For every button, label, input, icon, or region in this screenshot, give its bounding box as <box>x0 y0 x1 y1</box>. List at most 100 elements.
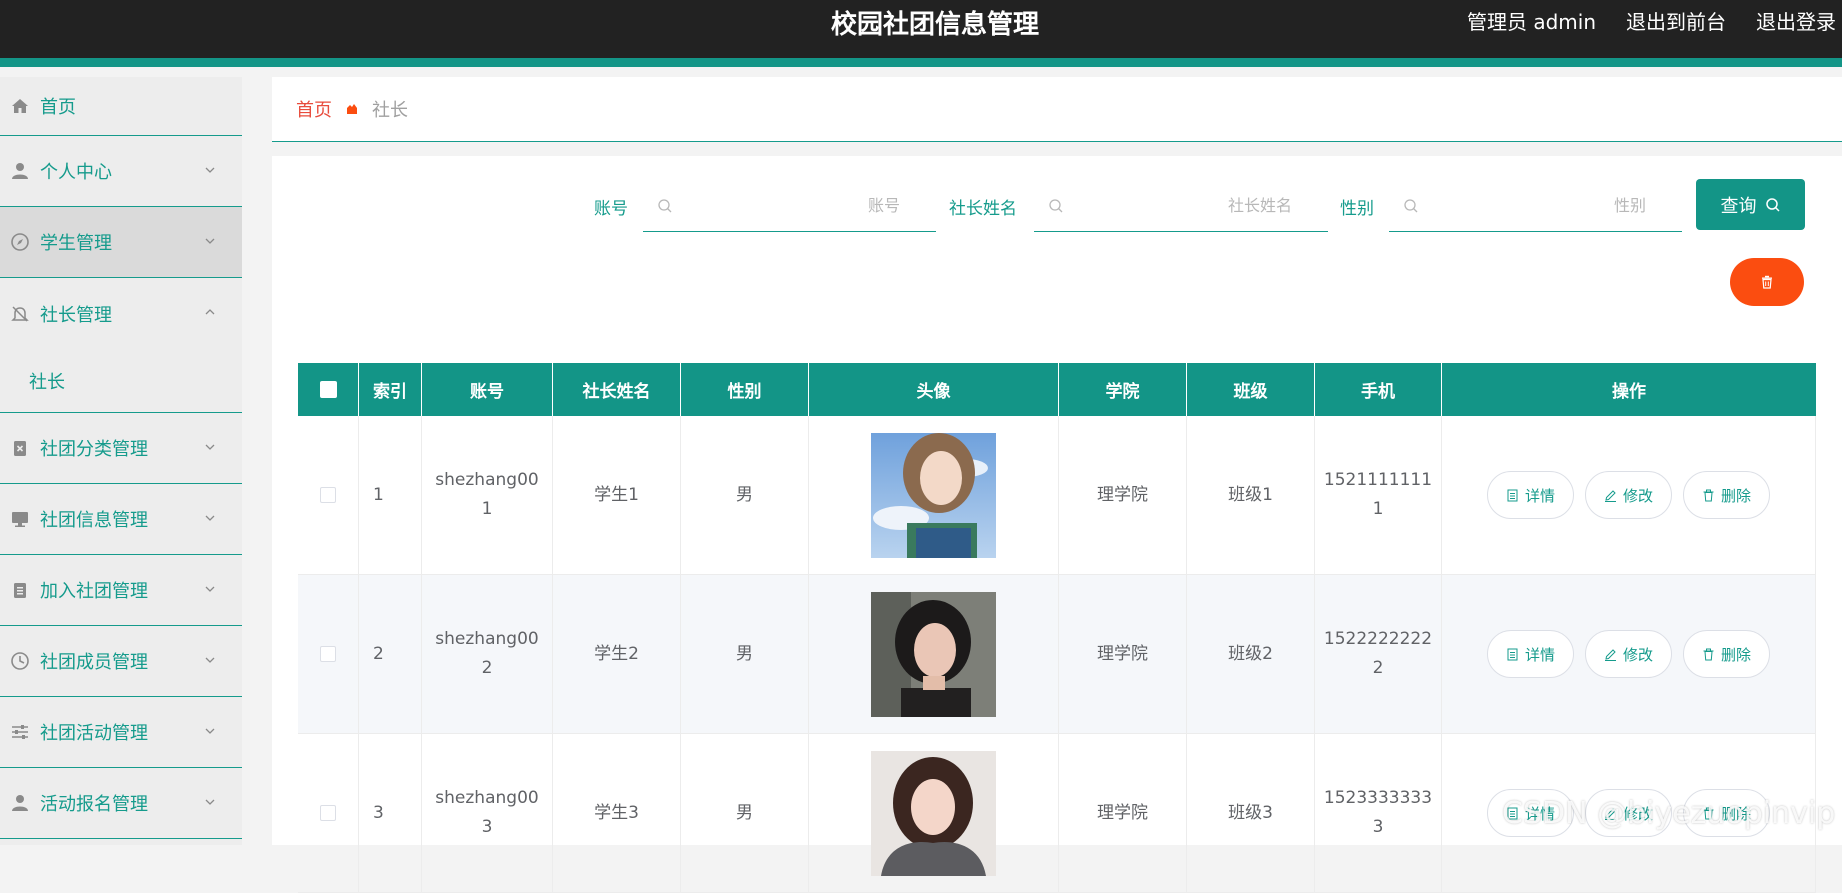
chevron-down-icon <box>205 657 215 663</box>
header-class: 班级 <box>1187 363 1315 416</box>
document-icon <box>1507 648 1518 660</box>
cell-college: 理学院 <box>1059 416 1187 574</box>
row-checkbox[interactable] <box>320 805 336 821</box>
trash-icon <box>1762 275 1772 289</box>
sidebar-item-label: 个人中心 <box>40 162 112 183</box>
clipboard-x-icon <box>10 438 30 458</box>
top-bar-actions: 管理员 admin 退出到前台 退出登录 <box>1467 6 1836 35</box>
header-account: 账号 <box>422 363 553 416</box>
search-form: 账号 社长姓名 性别 查询 <box>272 179 1842 232</box>
cell-avatar <box>809 734 1059 892</box>
avatar[interactable] <box>871 591 996 717</box>
cell-class: 班级2 <box>1187 575 1315 733</box>
search-icon <box>1404 199 1418 213</box>
name-search-field <box>1034 180 1328 232</box>
pencil-icon <box>1604 648 1616 661</box>
header-college: 学院 <box>1059 363 1187 416</box>
row-select-cell <box>298 734 359 892</box>
batch-delete-button[interactable] <box>1730 258 1804 306</box>
sidebar-item-home[interactable]: 首页 <box>0 77 242 136</box>
account-input[interactable] <box>683 188 936 222</box>
sidebar-item-club-activities[interactable]: 社团活动管理 <box>0 697 242 768</box>
fire-icon <box>347 104 357 114</box>
breadcrumb-home[interactable]: 首页 <box>296 96 332 122</box>
cell-account: shezhang003 <box>422 734 553 892</box>
delete-button[interactable]: 删除 <box>1683 630 1771 678</box>
row-actions: 详情 修改 删除 <box>1486 630 1771 678</box>
content-panel: 账号 社长姓名 性别 查询 <box>272 156 1842 893</box>
sidebar-item-label: 社团信息管理 <box>40 510 148 531</box>
sidebar-item-student-management[interactable]: 学生管理 <box>0 207 242 278</box>
select-all-checkbox[interactable] <box>319 381 337 398</box>
row-checkbox[interactable] <box>320 487 336 503</box>
detail-button-label: 详情 <box>1524 645 1555 664</box>
sidebar-item-label: 社团成员管理 <box>40 652 148 673</box>
query-button-label: 查询 <box>1720 195 1757 217</box>
name-input[interactable] <box>1074 188 1328 222</box>
gender-label: 性别 <box>1340 199 1374 219</box>
table-row: 2 shezhang002 学生2 男 理学院 班级2 15222222222 … <box>298 575 1816 734</box>
sidebar-item-president-management[interactable]: 社长管理 <box>0 278 242 349</box>
detail-button[interactable]: 详情 <box>1486 630 1574 678</box>
cell-index: 3 <box>359 734 422 892</box>
edit-button-label: 修改 <box>1622 486 1653 505</box>
header-gender: 性别 <box>681 363 809 416</box>
watermark: CSDN @biyezuopinvip <box>1502 796 1836 831</box>
trash-icon <box>1703 648 1714 660</box>
sidebar-item-club-info[interactable]: 社团信息管理 <box>0 484 242 555</box>
sidebar-item-personal-center[interactable]: 个人中心 <box>0 136 242 207</box>
header-name: 社长姓名 <box>553 363 681 416</box>
delete-button[interactable]: 删除 <box>1683 471 1771 519</box>
header-phone: 手机 <box>1315 363 1442 416</box>
sidebar-item-label: 社团活动管理 <box>40 723 148 744</box>
row-actions: 详情 修改 删除 <box>1486 471 1771 519</box>
edit-button[interactable]: 修改 <box>1584 630 1672 678</box>
chevron-down-icon <box>205 586 215 592</box>
header-avatar: 头像 <box>809 363 1059 416</box>
sidebar-item-label: 加入社团管理 <box>40 581 148 602</box>
cell-class: 班级3 <box>1187 734 1315 892</box>
cell-phone: 15211111111 <box>1315 416 1442 574</box>
logout-link[interactable]: 退出登录 <box>1756 6 1836 35</box>
row-checkbox[interactable] <box>320 646 336 662</box>
chevron-down-icon <box>205 444 215 450</box>
chevron-up-icon <box>205 309 215 315</box>
pencil-icon <box>1604 489 1616 502</box>
sidebar-item-label: 活动报名管理 <box>40 794 148 815</box>
edit-button-label: 修改 <box>1622 645 1653 664</box>
main-content: 首页 社长 账号 社长姓名 性别 查询 <box>272 77 1842 893</box>
header-select-all <box>298 363 359 416</box>
avatar[interactable] <box>871 432 996 558</box>
document-icon <box>1507 489 1518 501</box>
cell-actions: 详情 修改 删除 <box>1442 575 1816 733</box>
chevron-down-icon <box>205 799 215 805</box>
sidebar-item-label: 学生管理 <box>40 233 112 254</box>
sidebar-group-president: 社长管理 社长 <box>0 278 242 413</box>
sidebar-item-label: 社长管理 <box>40 304 112 326</box>
account-label: 账号 <box>594 199 628 219</box>
sidebar-item-activity-signup[interactable]: 活动报名管理 <box>0 768 242 839</box>
clipboard-icon <box>10 580 30 600</box>
header-index: 索引 <box>359 363 422 416</box>
sidebar-subitem-president[interactable]: 社长 <box>0 349 242 412</box>
sidebar-item-club-category[interactable]: 社团分类管理 <box>0 413 242 484</box>
search-icon <box>1765 197 1780 212</box>
row-select-cell <box>298 416 359 574</box>
chevron-down-icon <box>205 238 215 244</box>
cell-gender: 男 <box>681 734 809 892</box>
cell-index: 1 <box>359 416 422 574</box>
edit-button[interactable]: 修改 <box>1584 471 1672 519</box>
sidebar-item-join-club[interactable]: 加入社团管理 <box>0 555 242 626</box>
sidebar-item-club-members[interactable]: 社团成员管理 <box>0 626 242 697</box>
chevron-down-icon <box>205 728 215 734</box>
gender-input[interactable] <box>1429 188 1682 222</box>
search-icon <box>1049 199 1063 213</box>
query-button[interactable]: 查询 <box>1696 179 1805 230</box>
back-to-front-link[interactable]: 退出到前台 <box>1626 6 1726 35</box>
cell-account: shezhang001 <box>422 416 553 574</box>
compass-icon <box>10 232 30 252</box>
chevron-down-icon <box>205 167 215 173</box>
top-bar: 校园社团信息管理 管理员 admin 退出到前台 退出登录 <box>0 0 1842 67</box>
avatar[interactable] <box>871 750 996 876</box>
detail-button[interactable]: 详情 <box>1486 471 1574 519</box>
